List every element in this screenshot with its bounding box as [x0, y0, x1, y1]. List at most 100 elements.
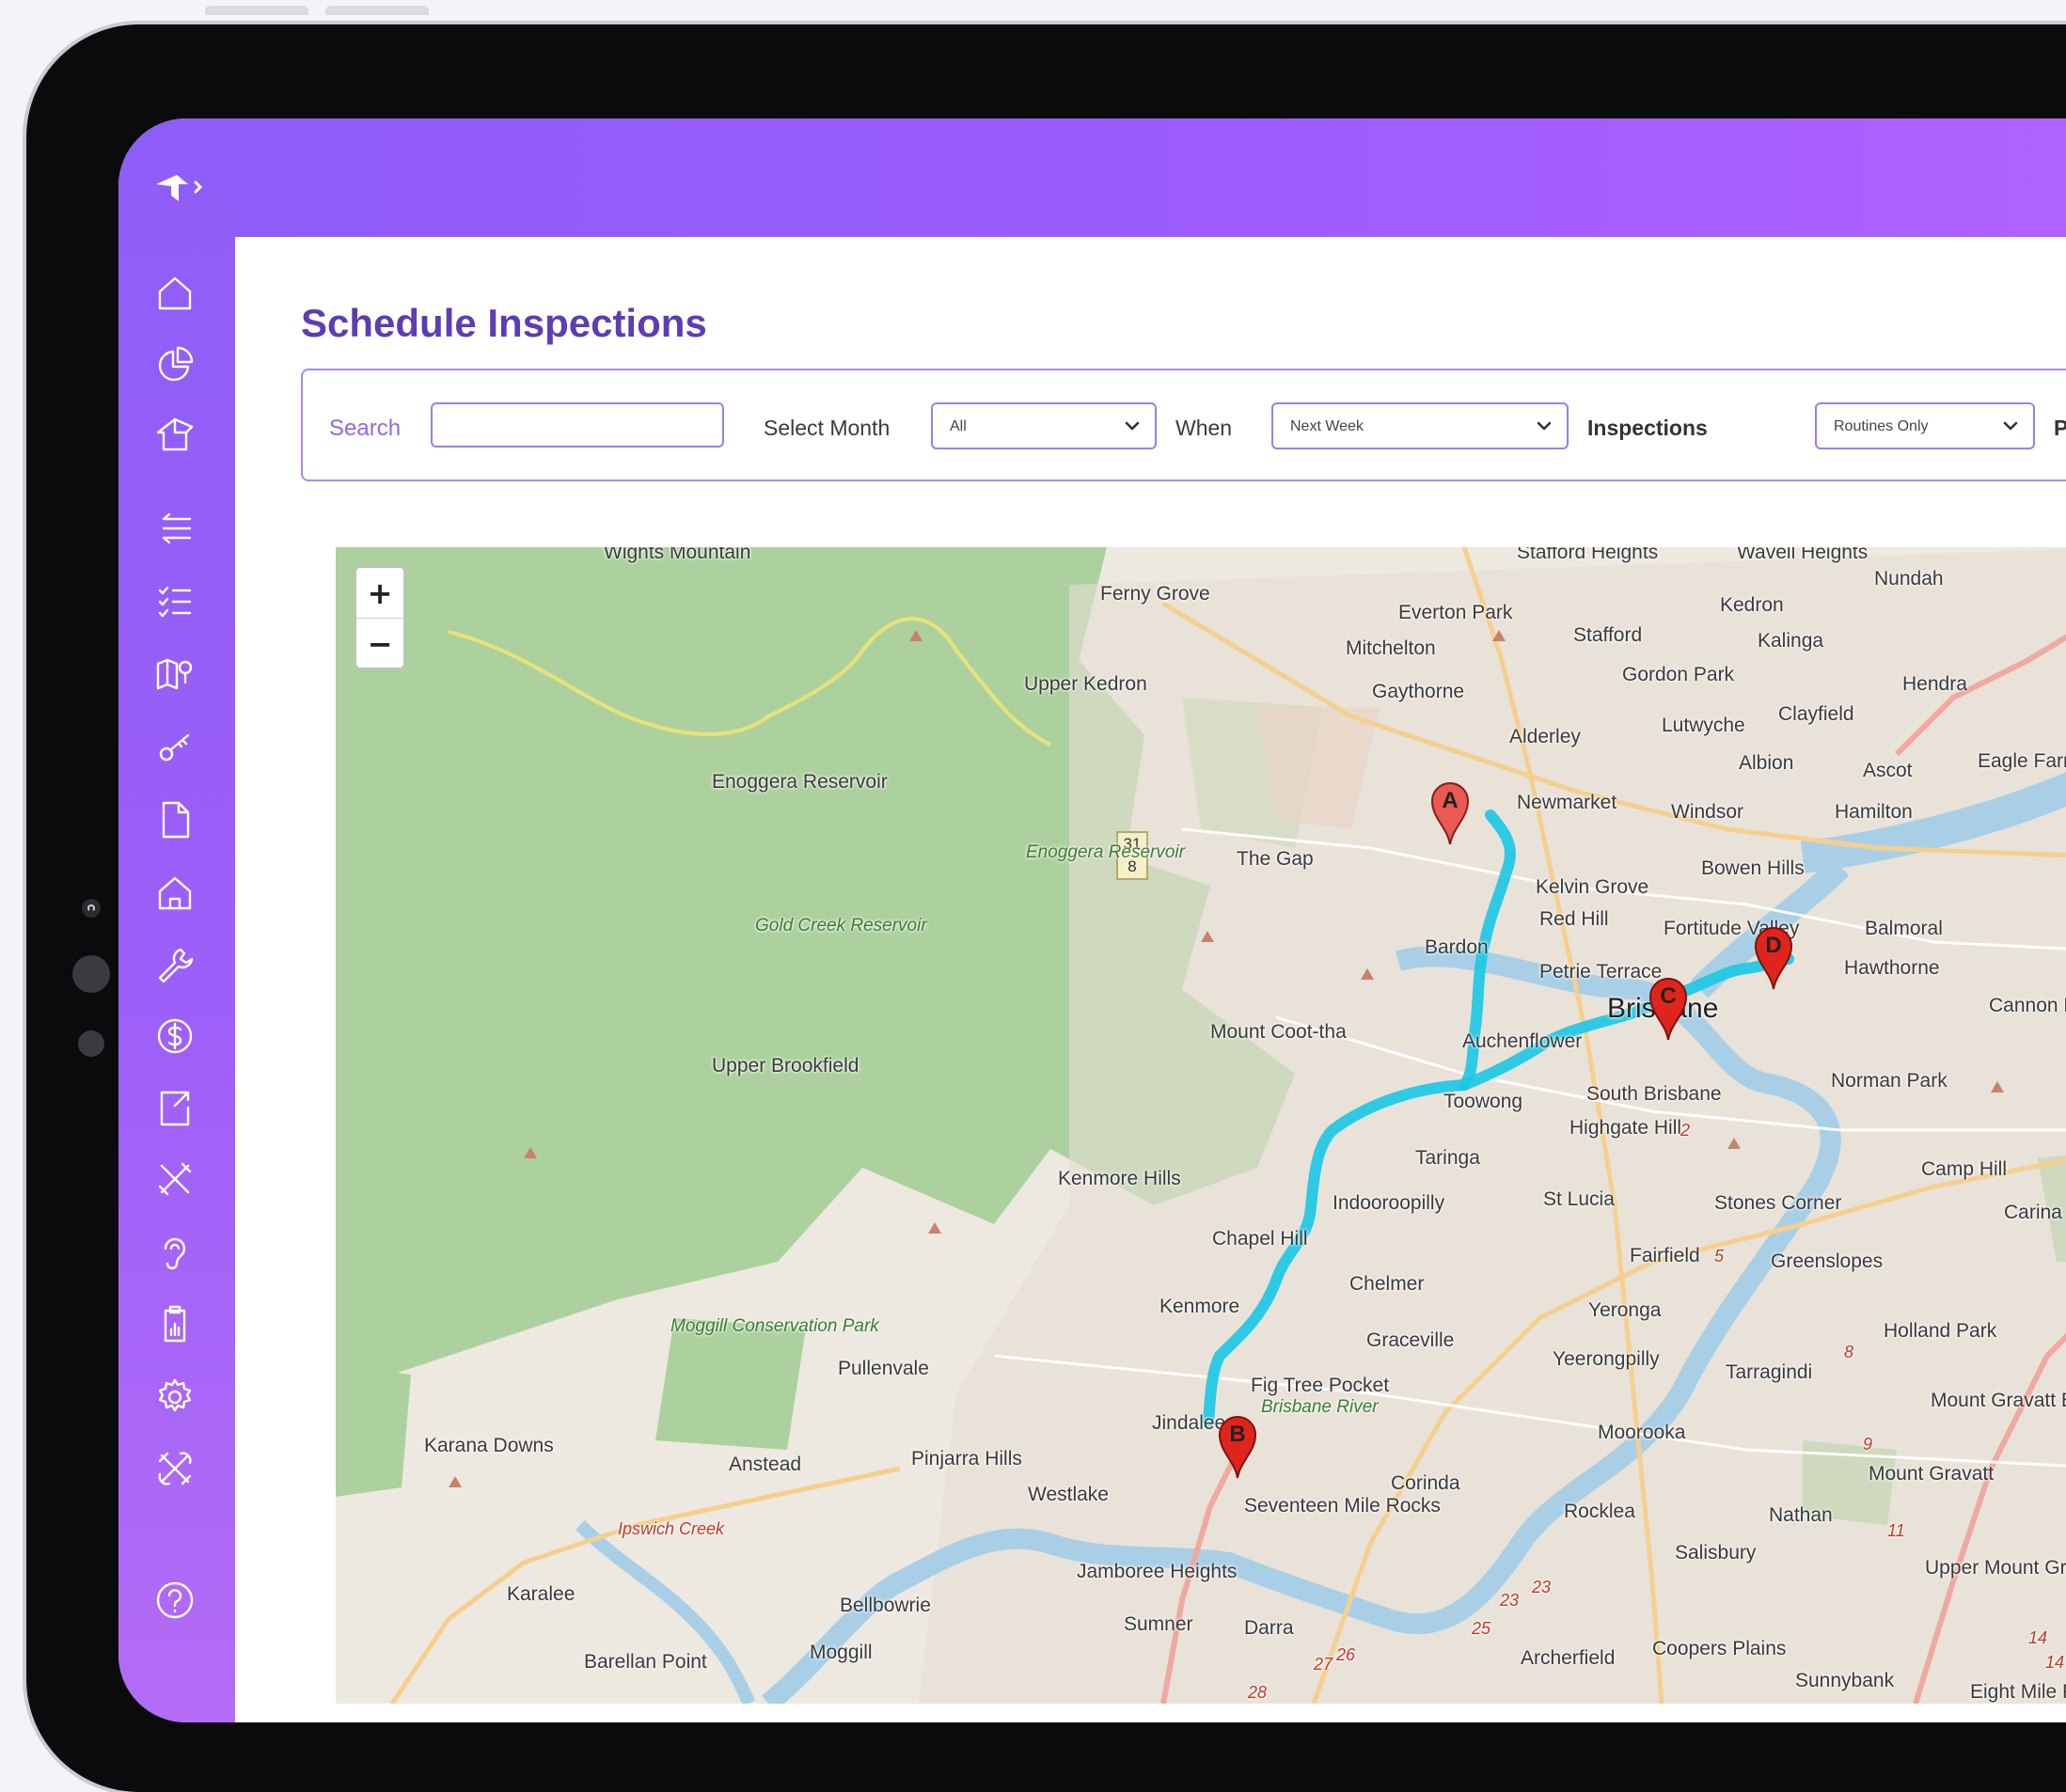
- place-label: Karana Downs: [424, 1435, 554, 1456]
- place-label: Jamboree Heights: [1077, 1561, 1238, 1582]
- place-label: Chapel Hill: [1212, 1228, 1308, 1250]
- place-label: Archerfield: [1521, 1647, 1616, 1669]
- place-label: Nundah: [1874, 568, 1944, 589]
- place-label: Carina Heights: [2004, 1202, 2066, 1223]
- route-number: 25: [1472, 1619, 1491, 1638]
- map-marker[interactable]: A: [1428, 780, 1472, 846]
- place-label: Pinjarra Hills: [911, 1448, 1022, 1470]
- app-screen: Schedule Inspections Search Select Month…: [118, 118, 2066, 1722]
- route-number: 27: [1314, 1655, 1333, 1674]
- place-label: Nathan: [1769, 1504, 1833, 1526]
- chevron-down-icon: [1123, 417, 1142, 435]
- place-label: Kelvin Grove: [1536, 876, 1649, 898]
- dollar-icon[interactable]: [152, 1014, 197, 1059]
- property-label: Prop: [2054, 416, 2066, 440]
- map-marker[interactable]: B: [1216, 1414, 1259, 1480]
- transfer-icon[interactable]: [152, 506, 197, 551]
- logo-icon[interactable]: [150, 167, 203, 209]
- browser-tab[interactable]: [325, 6, 429, 15]
- ear-icon[interactable]: [152, 1230, 197, 1275]
- when-label: When: [1175, 416, 1233, 440]
- place-label: Eight Mile Plains: [1970, 1681, 2066, 1703]
- map-marker[interactable]: D: [1752, 925, 1795, 991]
- document-icon[interactable]: [152, 797, 197, 842]
- place-label: Newmarket: [1517, 792, 1617, 813]
- place-label: Coopers Plains: [1652, 1638, 1787, 1659]
- property-icon[interactable]: [152, 412, 197, 457]
- wrench-icon[interactable]: [152, 942, 197, 987]
- inspections-select-value: Routines Only: [1834, 418, 1929, 434]
- place-label: Barellan Point: [584, 1651, 707, 1673]
- place-label: Upper Mount Gravatt: [1925, 1557, 2066, 1579]
- marker-label: C: [1660, 983, 1677, 1009]
- place-label: Bardon: [1425, 936, 1489, 958]
- marker-label: A: [1442, 788, 1459, 813]
- place-label: Pullenvale: [838, 1358, 929, 1379]
- place-label: Chelmer: [1349, 1273, 1425, 1295]
- move-out-icon[interactable]: [152, 1085, 197, 1130]
- browser-tab[interactable]: [205, 6, 308, 15]
- place-label: Auchenflower: [1462, 1030, 1583, 1052]
- place-label: South Brisbane: [1586, 1083, 1722, 1105]
- place-label: Westlake: [1028, 1484, 1109, 1505]
- place-label: Sunnybank: [1795, 1670, 1895, 1691]
- place-label: Yeerongpilly: [1553, 1348, 1660, 1370]
- page-title: Schedule Inspections: [301, 301, 707, 345]
- place-label: Moggill Conservation Park: [670, 1316, 879, 1336]
- place-label: Salisbury: [1675, 1542, 1757, 1564]
- top-bar: [118, 118, 2066, 237]
- place-label: Petrie Terrace: [1539, 961, 1663, 982]
- month-label: Select Month: [764, 416, 891, 440]
- place-label: Indooroopilly: [1333, 1192, 1445, 1214]
- place-label: Fairfield: [1630, 1245, 1700, 1266]
- place-label: Highgate Hill: [1569, 1117, 1682, 1139]
- tools-icon[interactable]: [152, 1156, 197, 1202]
- clipboard-icon[interactable]: [152, 1301, 197, 1346]
- place-label: Graceville: [1366, 1329, 1455, 1351]
- place-label: Moggill: [810, 1642, 873, 1663]
- place-label: Mount Gravatt East: [1931, 1390, 2066, 1411]
- map-pin-icon[interactable]: [152, 651, 197, 696]
- house-icon[interactable]: [152, 871, 197, 916]
- place-label: Taringa: [1415, 1147, 1480, 1169]
- when-select[interactable]: Next Week: [1271, 402, 1569, 449]
- settings-icon[interactable]: [152, 1375, 197, 1420]
- pie-chart-icon[interactable]: [152, 342, 197, 387]
- route-map[interactable]: + − 31 8 Wights Mountain Ferny Grove Ever…: [336, 547, 2066, 1704]
- chevron-down-icon: [2001, 417, 2020, 435]
- home-icon[interactable]: [152, 271, 197, 316]
- map-marker[interactable]: C: [1647, 976, 1690, 1042]
- month-select[interactable]: All: [931, 402, 1157, 449]
- tablet-frame: Schedule Inspections Search Select Month…: [26, 24, 2066, 1792]
- zoom-in-button[interactable]: +: [356, 568, 403, 619]
- zoom-out-button[interactable]: −: [356, 619, 403, 668]
- place-label: Yeronga: [1588, 1299, 1662, 1321]
- checklist-icon[interactable]: [152, 579, 197, 624]
- route-number: 11: [1887, 1521, 1905, 1540]
- place-label: Hamilton: [1835, 801, 1913, 823]
- place-label: Gaythorne: [1372, 681, 1465, 702]
- place-label: Anstead: [729, 1454, 802, 1475]
- place-label: Gordon Park: [1622, 664, 1735, 685]
- place-label: Lutwyche: [1662, 715, 1745, 736]
- help-icon[interactable]: [152, 1578, 197, 1623]
- route-number: 2: [1680, 1121, 1691, 1140]
- place-label: Mitchelton: [1346, 637, 1436, 659]
- key-icon[interactable]: [152, 724, 197, 769]
- place-label: The Gap: [1237, 848, 1314, 870]
- inspections-select[interactable]: Routines Only: [1815, 402, 2035, 449]
- place-label: Corinda: [1391, 1472, 1460, 1494]
- place-label: Ascot: [1863, 760, 1913, 781]
- place-label: Red Hill: [1539, 908, 1609, 930]
- place-label: St Lucia: [1543, 1188, 1615, 1210]
- search-input[interactable]: [431, 402, 724, 448]
- zoom-control: + −: [355, 566, 405, 669]
- place-label: Darra: [1244, 1617, 1294, 1639]
- maintenance-icon[interactable]: [152, 1446, 197, 1491]
- inspections-label: Inspections: [1587, 416, 1708, 440]
- place-label: Balmoral: [1865, 918, 1943, 939]
- place-label: Kalinga: [1758, 630, 1824, 652]
- place-label: Mount Coot-tha: [1210, 1021, 1347, 1043]
- place-label: Clayfield: [1778, 703, 1854, 725]
- place-label: Holland Park: [1884, 1320, 1997, 1342]
